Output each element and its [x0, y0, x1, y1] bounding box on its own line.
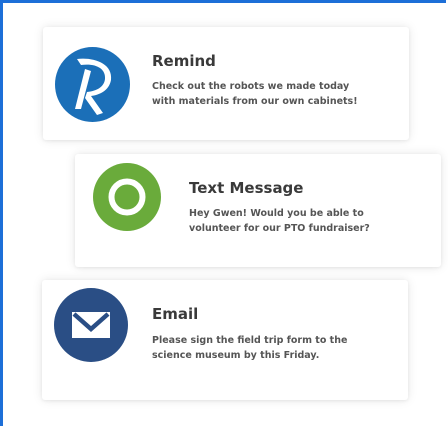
- email-title: Email: [152, 305, 199, 323]
- text-message-line-1: Hey Gwen! Would you be able to: [189, 208, 364, 219]
- remind-message-line-2: with materials from our own cabinets!: [152, 96, 358, 107]
- envelope-icon: [54, 288, 128, 362]
- email-line-2: science museum by this Friday.: [152, 350, 320, 361]
- chat-bubble-icon: [93, 163, 161, 231]
- remind-title: Remind: [152, 52, 216, 70]
- text-message-body: Hey Gwen! Would you be able to volunteer…: [189, 206, 429, 236]
- remind-message: Check out the robots we made today with …: [152, 79, 392, 109]
- text-message-title: Text Message: [189, 179, 304, 197]
- email-line-1: Please sign the field trip form to the: [152, 335, 348, 346]
- text-message-line-2: volunteer for our PTO fundraiser?: [189, 223, 370, 234]
- remind-logo-icon: [55, 47, 130, 122]
- remind-message-line-1: Check out the robots we made today: [152, 81, 350, 92]
- email-body: Please sign the field trip form to the s…: [152, 333, 392, 363]
